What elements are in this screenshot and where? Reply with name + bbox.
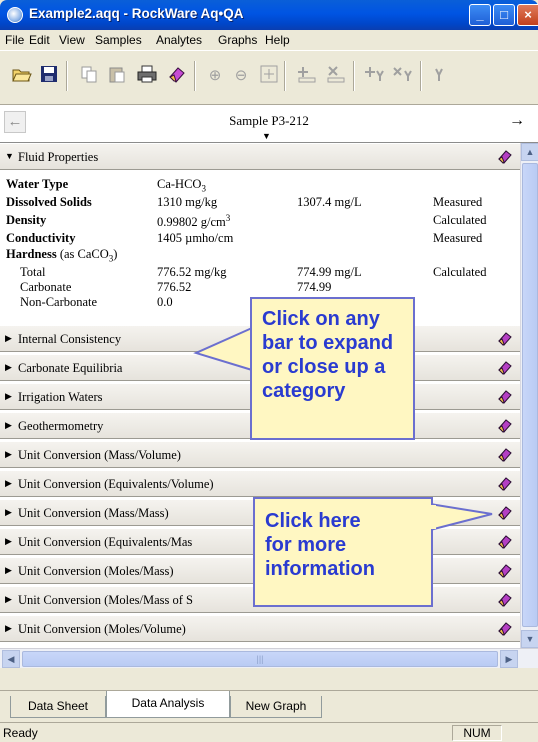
close-button[interactable]: × (517, 4, 538, 26)
scroll-right-icon[interactable]: ▶ (500, 650, 518, 668)
category-unit-mass-volume[interactable]: ▶ Unit Conversion (Mass/Volume) (0, 441, 520, 468)
menu-analytes[interactable]: Analytes (156, 33, 202, 47)
vertical-scrollbar[interactable]: ▲ ▼ (520, 143, 538, 648)
table-row: Hardness (as CaCO3) (6, 247, 118, 264)
expand-icon: ▶ (5, 449, 12, 459)
menu-bar: File Edit View Samples Analytes Graphs H… (0, 30, 538, 50)
info-icon[interactable] (496, 388, 514, 406)
sample-name[interactable]: Sample P3-212 (0, 113, 538, 129)
print-icon[interactable] (136, 65, 158, 87)
expand-icon: ▶ (5, 391, 12, 401)
category-label: Geothermometry (18, 419, 104, 433)
extra-icon[interactable] (428, 65, 450, 87)
category-label: Fluid Properties (18, 150, 99, 164)
add-row-icon[interactable] (296, 65, 318, 87)
menu-file[interactable]: File (5, 33, 24, 47)
scroll-down-icon[interactable]: ▼ (521, 630, 538, 648)
maximize-button[interactable]: □ (493, 4, 515, 26)
info-icon[interactable] (496, 359, 514, 377)
category-label: Unit Conversion (Equivalents/Mas (18, 535, 193, 549)
callout-info-seam (430, 505, 436, 529)
category-label: Irrigation Waters (18, 390, 103, 404)
expand-icon: ▶ (5, 478, 12, 488)
category-label: Unit Conversion (Equivalents/Volume) (18, 477, 214, 491)
status-text: Ready (3, 726, 38, 740)
info-icon[interactable] (496, 417, 514, 435)
info-icon[interactable] (496, 562, 514, 580)
expand-icon: ▶ (5, 594, 12, 604)
category-label: Unit Conversion (Moles/Volume) (18, 622, 186, 636)
table-row: Conductivity 1405 µmho/cm Measured (6, 231, 483, 245)
delete-analyte-icon[interactable] (392, 65, 414, 87)
add-analyte-icon[interactable] (364, 65, 386, 87)
fit-icon[interactable] (258, 65, 280, 87)
info-icon[interactable] (496, 475, 514, 493)
app-icon[interactable] (7, 7, 23, 23)
table-row: Density 0.99802 g/cm3 Calculated (6, 213, 487, 230)
next-sample-button[interactable]: → (506, 111, 528, 133)
menu-graphs[interactable]: Graphs (218, 33, 257, 47)
info-icon[interactable] (496, 330, 514, 348)
sample-dropdown-icon[interactable]: ▼ (262, 131, 271, 141)
title-bar: Example2.aqq - RockWare Aq•QA _ □ × (0, 0, 538, 30)
category-label: Unit Conversion (Mass/Mass) (18, 506, 169, 520)
menu-help[interactable]: Help (265, 33, 290, 47)
expand-icon: ▶ (5, 536, 12, 546)
category-label: Carbonate Equilibria (18, 361, 123, 375)
table-row: Dissolved Solids 1310 mg/kg 1307.4 mg/L … (6, 195, 483, 209)
table-row: Water Type Ca-HCO3 (6, 177, 206, 194)
expand-icon: ▶ (5, 623, 12, 633)
collapse-icon: ▼ (5, 151, 14, 161)
expand-icon: ▶ (5, 362, 12, 372)
menu-view[interactable]: View (59, 33, 85, 47)
zoom-in-icon[interactable]: ⊕ (204, 65, 226, 87)
category-label: Unit Conversion (Mass/Volume) (18, 448, 181, 462)
zoom-out-icon[interactable]: ⊖ (230, 65, 252, 87)
tab-data-analysis[interactable]: Data Analysis (106, 691, 230, 718)
horizontal-scroll-thumb[interactable]: ||| (22, 651, 498, 667)
info-icon[interactable] (496, 446, 514, 464)
scroll-left-icon[interactable]: ◀ (2, 650, 20, 668)
toolbar: ⊕ ⊖ (0, 50, 538, 105)
num-lock-indicator: NUM (452, 725, 502, 741)
save-icon[interactable] (38, 65, 60, 87)
open-icon[interactable] (11, 65, 33, 87)
copy-icon[interactable] (78, 65, 100, 87)
category-label: Internal Consistency (18, 332, 122, 346)
category-unit-equivalents-volume[interactable]: ▶ Unit Conversion (Equivalents/Volume) (0, 470, 520, 497)
horizontal-scrollbar[interactable]: ◀ ||| ▶ (0, 648, 538, 668)
minimize-button[interactable]: _ (469, 4, 491, 26)
category-fluid-properties[interactable]: ▼ Fluid Properties (0, 143, 520, 170)
expand-icon: ▶ (5, 420, 12, 430)
category-label: Unit Conversion (Moles/Mass of S (18, 593, 193, 607)
expand-icon: ▶ (5, 565, 12, 575)
menu-samples[interactable]: Samples (95, 33, 142, 47)
callout-expand: Click on any bar to expand or close up a… (250, 297, 415, 440)
sample-navigator: ← Sample P3-212 ▼ → (0, 105, 538, 143)
eraser-icon[interactable] (166, 65, 188, 87)
tab-strip: Data Sheet Data Analysis New Graph (0, 690, 538, 720)
tab-new-graph[interactable]: New Graph (230, 696, 322, 718)
menu-edit[interactable]: Edit (29, 33, 50, 47)
table-row: Total 776.52 mg/kg 774.99 mg/L Calculate… (20, 265, 487, 279)
tab-data-sheet[interactable]: Data Sheet (10, 696, 106, 718)
vertical-scroll-thumb[interactable] (522, 163, 538, 627)
expand-icon: ▶ (5, 507, 12, 517)
scroll-up-icon[interactable]: ▲ (521, 143, 538, 161)
info-icon[interactable] (496, 591, 514, 609)
status-bar: Ready NUM (0, 722, 538, 742)
window-title: Example2.aqq - RockWare Aq•QA (29, 6, 244, 21)
table-row: Carbonate 776.52 774.99 (20, 280, 332, 294)
info-icon[interactable] (496, 620, 514, 638)
category-label: Unit Conversion (Moles/Mass) (18, 564, 174, 578)
info-icon[interactable] (496, 148, 514, 166)
delete-row-icon[interactable] (325, 65, 347, 87)
expand-icon: ▶ (5, 333, 12, 343)
callout-info: Click here for more information (253, 497, 433, 607)
paste-icon[interactable] (106, 65, 128, 87)
category-unit-moles-volume[interactable]: ▶ Unit Conversion (Moles/Volume) (0, 615, 520, 642)
